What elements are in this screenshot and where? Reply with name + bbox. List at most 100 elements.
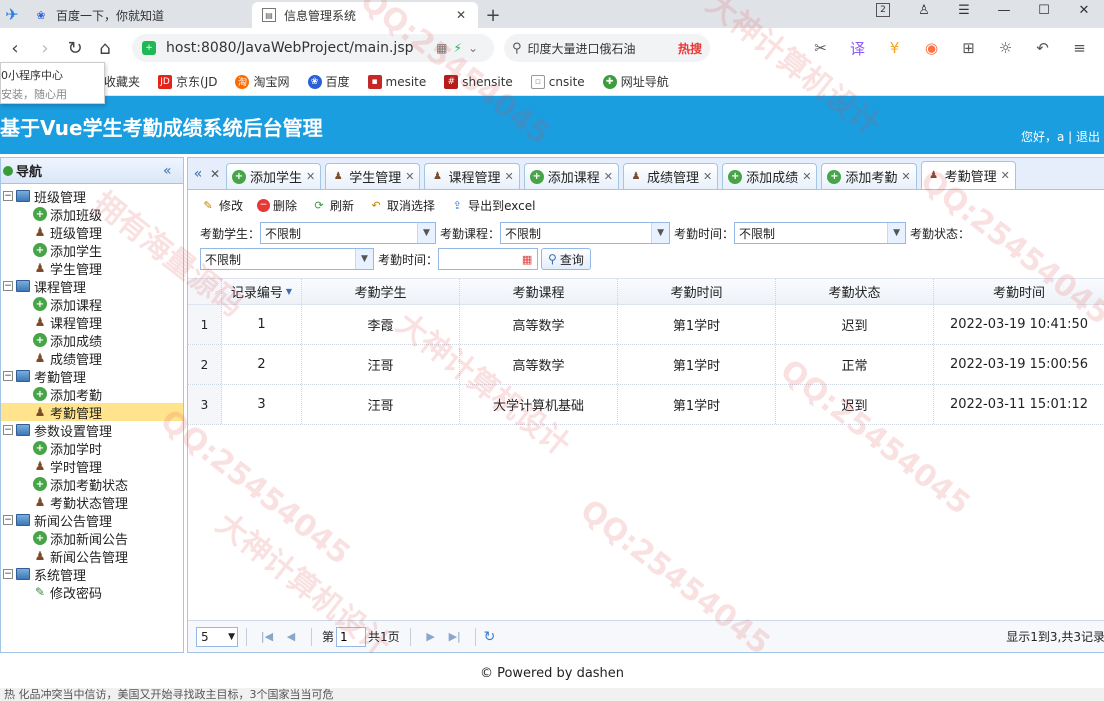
qr-icon[interactable]: ▦ xyxy=(436,41,453,55)
tabs-scroll-left-icon[interactable]: « xyxy=(188,159,208,189)
refresh-icon[interactable]: ↻ xyxy=(484,629,496,645)
content-tab[interactable]: ♟ 学生管理 ✕ xyxy=(325,163,421,189)
new-tab-button[interactable]: + xyxy=(478,2,508,28)
sidebar-item[interactable]: + 添加成绩 xyxy=(1,331,183,350)
last-page-icon[interactable]: ▶| xyxy=(443,630,467,643)
prev-page-icon[interactable]: ◀ xyxy=(279,630,303,643)
state-filter-select[interactable]: 不限制 ▼ xyxy=(200,248,374,270)
content-tab[interactable]: + 添加学生 ✕ xyxy=(226,163,322,189)
close-window-icon[interactable]: ✕ xyxy=(1064,3,1104,18)
cancel-select-button[interactable]: ↶ 取消选择 xyxy=(368,197,435,214)
sidebar-item[interactable]: ♟ 考勤管理 xyxy=(1,403,183,422)
content-tab[interactable]: ♟ 课程管理 ✕ xyxy=(424,163,520,189)
bookmark-taobao[interactable]: 淘淘宝网 xyxy=(235,73,290,90)
collapse-toggle-icon[interactable]: − xyxy=(3,281,13,291)
refresh-button[interactable]: ⟳ 刷新 xyxy=(311,197,354,214)
tree-group-1[interactable]: − 课程管理 xyxy=(1,277,183,296)
tree-group-2[interactable]: − 考勤管理 xyxy=(1,367,183,386)
sidebar-item[interactable]: ♟ 学时管理 xyxy=(1,457,183,476)
close-icon[interactable]: ✕ xyxy=(208,159,222,189)
tree-group-4[interactable]: − 新闻公告管理 xyxy=(1,511,183,530)
collapse-toggle-icon[interactable]: − xyxy=(3,425,13,435)
browser-tab-app[interactable]: ▤ 信息管理系统 ✕ xyxy=(252,2,478,28)
bookmark-nav[interactable]: ✚ 网址导航 xyxy=(602,73,669,90)
collapse-toggle-icon[interactable]: − xyxy=(3,371,13,381)
close-tab-icon[interactable]: ✕ xyxy=(1001,169,1010,182)
collapse-left-icon[interactable]: « xyxy=(163,163,183,179)
close-tab-icon[interactable]: ✕ xyxy=(802,170,811,183)
sidebar-item[interactable]: + 添加考勤状态 xyxy=(1,475,183,494)
chevron-down-icon[interactable]: ▼ xyxy=(355,249,373,269)
course-filter-select[interactable]: 不限制 ▼ xyxy=(500,222,671,244)
undo-icon[interactable]: ↶ xyxy=(1024,39,1061,57)
student-filter-select[interactable]: 不限制 ▼ xyxy=(260,222,437,244)
sidebar-item[interactable]: + 添加学生 xyxy=(1,241,183,260)
url-input[interactable] xyxy=(166,40,437,56)
brightness-icon[interactable]: ☼ xyxy=(987,39,1024,57)
column-header[interactable]: 考勤课程 xyxy=(460,279,618,304)
hot-search-label[interactable]: 热搜 xyxy=(678,40,702,57)
skin-icon[interactable]: ♙ xyxy=(904,3,944,18)
forward-button[interactable]: › xyxy=(30,33,60,63)
sidebar-item[interactable]: + 添加课程 xyxy=(1,295,183,314)
bookmark-mesite[interactable]: ▪ mesite xyxy=(367,74,426,89)
sidebar-item[interactable]: + 添加班级 xyxy=(1,205,183,224)
close-tab-icon[interactable]: ✕ xyxy=(703,170,712,183)
close-tab-icon[interactable]: ✕ xyxy=(306,170,315,183)
mini-program-popup[interactable]: 0小程序中心 安装，随心用 xyxy=(0,62,105,104)
sidebar-item[interactable]: ♟ 课程管理 xyxy=(1,313,183,332)
bookmark-favorites[interactable]: 收藏夹 xyxy=(104,73,140,90)
calendar-icon[interactable]: ▦ xyxy=(517,249,537,269)
reload-button[interactable]: ↻ xyxy=(60,33,90,63)
tab-count-badge[interactable]: 2 xyxy=(876,3,890,17)
tree-group-5[interactable]: − 系统管理 xyxy=(1,565,183,584)
table-row[interactable]: 3 3 汪哥 大学计算机基础 第1学时 迟到 2022-03-11 15:01:12 xyxy=(188,385,1104,425)
table-row[interactable]: 2 2 汪哥 高等数学 第1学时 正常 2022-03-19 15:00:56 xyxy=(188,345,1104,385)
sidebar-item[interactable]: + 添加考勤 xyxy=(1,385,183,404)
content-tab[interactable]: ♟ 成绩管理 ✕ xyxy=(622,163,719,189)
column-header[interactable]: 考勤时间 xyxy=(618,279,776,304)
content-tab[interactable]: + 添加考勤 ✕ xyxy=(821,163,917,189)
translate-icon[interactable]: 译 xyxy=(839,38,876,59)
chevron-down-icon[interactable]: ▼ xyxy=(651,223,670,243)
url-bar[interactable]: + ▦⚡⌄ xyxy=(132,34,494,62)
chevron-down-icon[interactable]: ▼ xyxy=(417,223,436,243)
time-filter-datebox[interactable]: ▦ xyxy=(438,248,539,270)
sidebar-item[interactable]: + 添加学时 xyxy=(1,439,183,458)
export-excel-button[interactable]: ⇪ 导出到excel xyxy=(449,197,535,214)
collapse-toggle-icon[interactable]: − xyxy=(3,515,13,525)
sidebar-item[interactable]: ✎ 修改密码 xyxy=(1,583,183,602)
menu-icon[interactable]: ☰ xyxy=(944,3,984,18)
bolt-icon[interactable]: ⚡ xyxy=(454,41,468,55)
home-button[interactable]: ⌂ xyxy=(90,33,120,63)
sidebar-item[interactable]: ♟ 新闻公告管理 xyxy=(1,547,183,566)
bookmark-baidu[interactable]: ❀ 百度 xyxy=(307,73,350,90)
table-row[interactable]: 1 1 李霞 高等数学 第1学时 迟到 2022-03-19 10:41:50 xyxy=(188,305,1104,345)
bookmark-jd[interactable]: JD 京东(JD xyxy=(158,73,217,90)
collapse-toggle-icon[interactable]: − xyxy=(3,569,13,579)
delete-button[interactable]: − 删除 xyxy=(257,197,297,214)
chevron-down-icon[interactable]: ▼ xyxy=(887,223,906,243)
gamepad-icon[interactable]: ◉ xyxy=(913,39,950,57)
column-header[interactable]: 考勤时间 xyxy=(934,279,1104,304)
coin-icon[interactable]: ¥ xyxy=(876,39,913,57)
search-input[interactable] xyxy=(527,41,678,55)
hour-filter-select[interactable]: 不限制 ▼ xyxy=(734,222,907,244)
back-button[interactable]: ‹ xyxy=(0,33,30,63)
user-logout-link[interactable]: 您好，a | 退出 xyxy=(1021,128,1100,145)
first-page-icon[interactable]: |◀ xyxy=(255,630,279,643)
column-header[interactable]: 考勤学生 xyxy=(302,279,460,304)
page-number-input[interactable] xyxy=(336,626,367,647)
sort-desc-icon[interactable]: ▼ xyxy=(286,287,292,296)
sidebar-item[interactable]: + 添加新闻公告 xyxy=(1,529,183,548)
minimize-icon[interactable]: — xyxy=(984,3,1024,18)
content-tab[interactable]: + 添加课程 ✕ xyxy=(523,163,619,189)
sidebar-item[interactable]: ♟ 成绩管理 xyxy=(1,349,183,368)
column-header[interactable]: 考勤状态 xyxy=(776,279,934,304)
content-tab[interactable]: ♟ 考勤管理 ✕ xyxy=(920,161,1016,189)
query-button[interactable]: ⚲ 查询 xyxy=(541,248,591,270)
bookmark-shensite[interactable]: # shensite xyxy=(444,74,513,89)
content-tab[interactable]: + 添加成绩 ✕ xyxy=(722,163,818,189)
bookmark-cnsite[interactable]: ▫ cnsite xyxy=(530,74,585,89)
sidebar-item[interactable]: ♟ 学生管理 xyxy=(1,259,183,278)
